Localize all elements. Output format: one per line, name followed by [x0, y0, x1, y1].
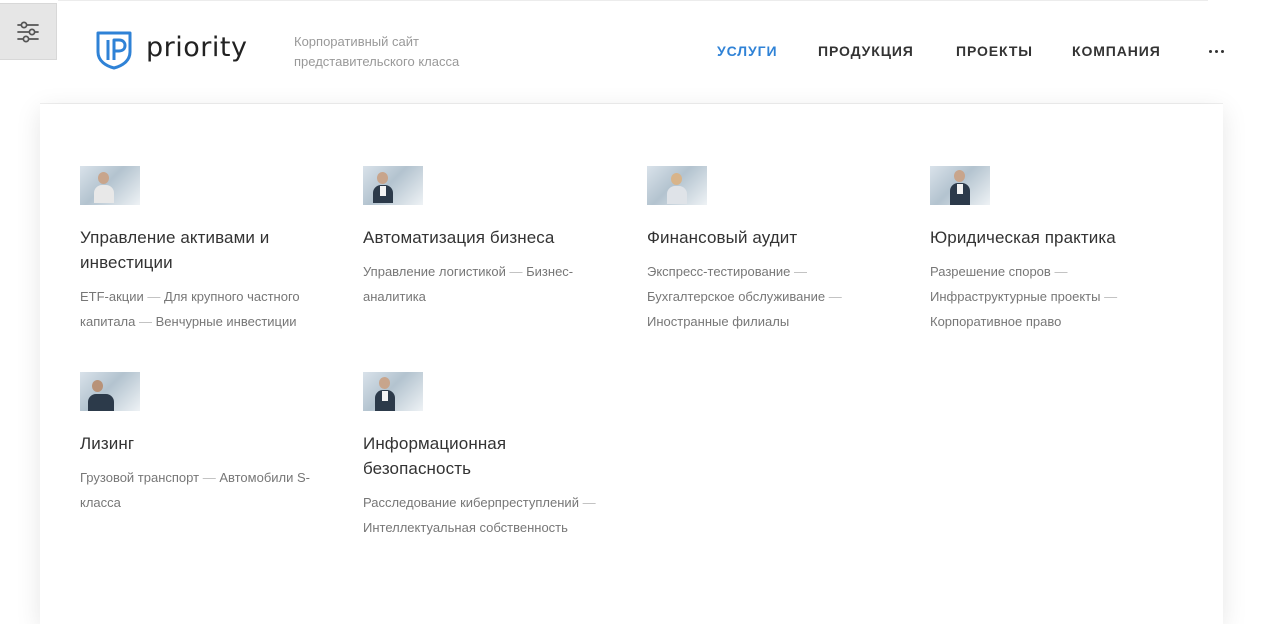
link-separator: —: [582, 495, 596, 510]
services-dropdown-menu: Управление активами и инвестиции ETF-акц…: [40, 104, 1223, 624]
tagline-line: Корпоративный сайт: [294, 34, 419, 49]
top-border: [58, 0, 1208, 1]
link-separator: —: [828, 289, 842, 304]
service-thumbnail: [80, 372, 140, 411]
service-card-automation[interactable]: Автоматизация бизнеса Управление логисти…: [363, 166, 613, 309]
service-title[interactable]: Управление активами и инвестиции: [80, 225, 330, 275]
service-link[interactable]: Бухгалтерское обслуживание: [647, 289, 825, 304]
more-horizontal-icon[interactable]: [1205, 44, 1227, 58]
service-links: Управление логистикой — Бизнес-аналитика: [363, 259, 613, 309]
logo-text: priority: [146, 31, 248, 63]
service-link[interactable]: Разрешение споров: [930, 264, 1051, 279]
service-link[interactable]: Управление логистикой: [363, 264, 506, 279]
nav-item-company[interactable]: КОМПАНИЯ: [1072, 43, 1161, 59]
service-title[interactable]: Автоматизация бизнеса: [363, 225, 613, 250]
service-link[interactable]: Экспресс-тестирование: [647, 264, 790, 279]
tagline-line: представительского класса: [294, 54, 460, 69]
service-link[interactable]: ETF-акции: [80, 289, 144, 304]
service-links: Грузовой транспорт — Автомобили S-класса: [80, 465, 330, 515]
link-separator: —: [509, 264, 523, 279]
link-separator: —: [1104, 289, 1118, 304]
service-card-audit[interactable]: Финансовый аудит Экспресс-тестирование —…: [647, 166, 897, 334]
shield-logo-icon: [96, 31, 132, 70]
service-link[interactable]: Расследование киберпреступлений: [363, 495, 579, 510]
service-card-assets[interactable]: Управление активами и инвестиции ETF-акц…: [80, 166, 330, 334]
service-thumbnail: [930, 166, 990, 205]
nav-item-products[interactable]: ПРОДУКЦИЯ: [818, 43, 914, 59]
service-thumbnail: [647, 166, 707, 205]
service-card-security[interactable]: Информационная безопасность Расследовани…: [363, 372, 613, 540]
service-card-leasing[interactable]: Лизинг Грузовой транспорт — Автомобили S…: [80, 372, 330, 515]
service-thumbnail: [363, 166, 423, 205]
link-separator: —: [794, 264, 808, 279]
site-logo[interactable]: priority: [95, 30, 247, 70]
service-link[interactable]: Грузовой транспорт: [80, 470, 199, 485]
service-links: ETF-акции — Для крупного частного капита…: [80, 284, 330, 334]
site-tagline: Корпоративный сайт представительского кл…: [294, 32, 514, 72]
service-thumbnail: [363, 372, 423, 411]
service-links: Экспресс-тестирование — Бухгалтерское об…: [647, 259, 897, 334]
link-separator: —: [138, 314, 152, 329]
link-separator: —: [147, 289, 161, 304]
service-link[interactable]: Корпоративное право: [930, 314, 1061, 329]
link-separator: —: [1054, 264, 1068, 279]
service-link[interactable]: Инфраструктурные проекты: [930, 289, 1100, 304]
service-title[interactable]: Финансовый аудит: [647, 225, 897, 250]
sliders-icon: [17, 21, 39, 42]
nav-item-services[interactable]: УСЛУГИ: [717, 43, 777, 59]
service-title[interactable]: Информационная безопасность: [363, 431, 613, 481]
service-title[interactable]: Лизинг: [80, 431, 330, 456]
service-title[interactable]: Юридическая практика: [930, 225, 1180, 250]
service-link[interactable]: Венчурные инвестиции: [156, 314, 297, 329]
service-link[interactable]: Иностранные филиалы: [647, 314, 789, 329]
service-links: Расследование киберпреступлений — Интелл…: [363, 490, 613, 540]
link-separator: —: [202, 470, 216, 485]
service-link[interactable]: Интеллектуальная собственность: [363, 520, 568, 535]
service-card-legal[interactable]: Юридическая практика Разрешение споров —…: [930, 166, 1180, 334]
service-thumbnail: [80, 166, 140, 205]
nav-item-projects[interactable]: ПРОЕКТЫ: [956, 43, 1033, 59]
settings-button[interactable]: [0, 3, 57, 60]
service-links: Разрешение споров — Инфраструктурные про…: [930, 259, 1180, 334]
